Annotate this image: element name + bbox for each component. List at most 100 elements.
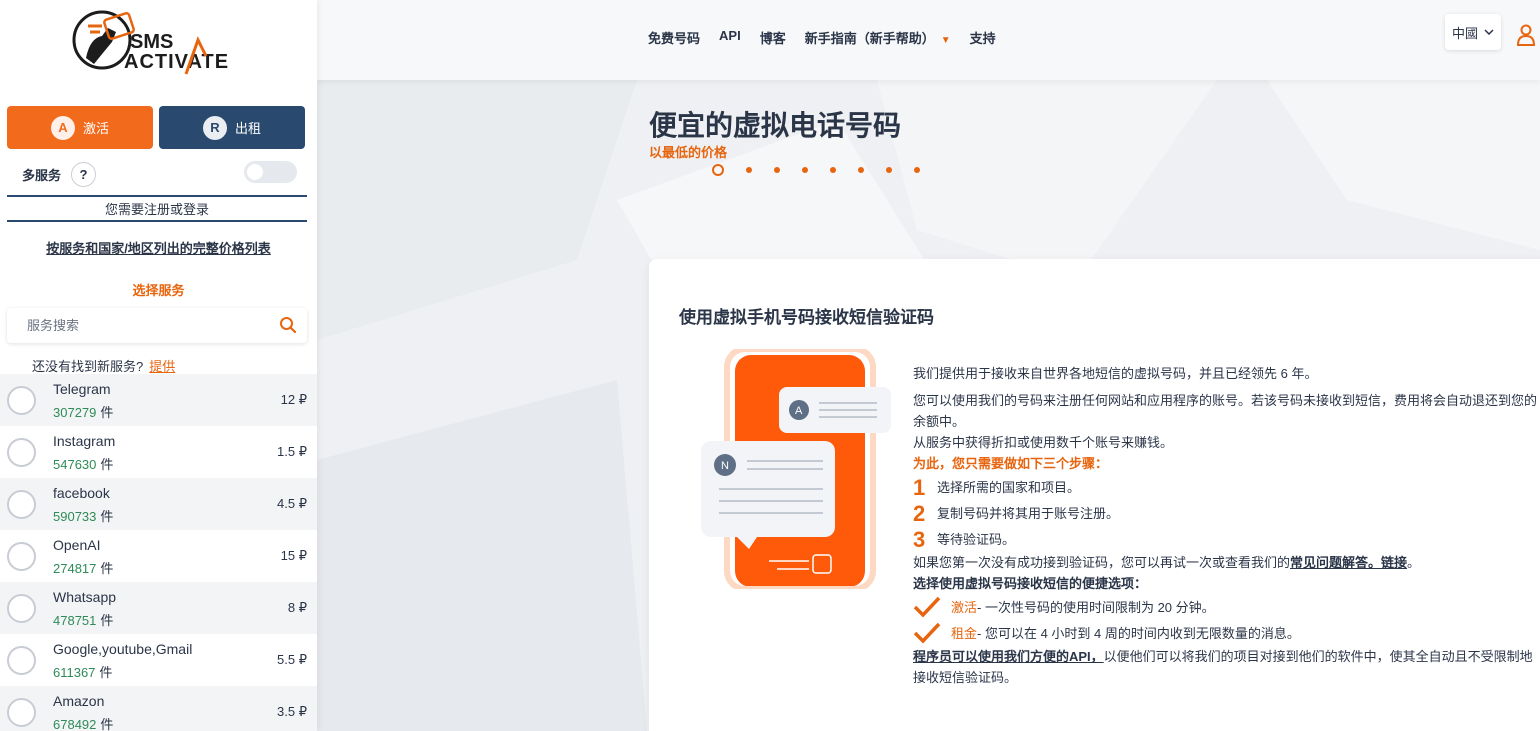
service-price: 3.5 ₽ <box>277 704 307 719</box>
multi-service-label: 多服务 <box>22 168 62 183</box>
svg-text:SMS: SMS <box>130 31 173 53</box>
service-price: 5.5 ₽ <box>277 652 307 667</box>
slider-dot[interactable] <box>802 167 808 173</box>
search-icon[interactable] <box>279 316 297 334</box>
service-count: 478751 件 <box>53 613 114 628</box>
slider-dot[interactable] <box>914 167 920 173</box>
service-count: 590733 件 <box>53 509 114 524</box>
top-header: 免费号码 API 博客 新手指南（新手帮助） ▼ 支持 中國 <box>317 0 1540 80</box>
select-service-title: 选择服务 <box>132 283 185 298</box>
checkmark-icon <box>913 596 941 618</box>
service-price: 12 ₽ <box>280 392 307 407</box>
not-found-row: 还没有找到新服务? 提供 <box>32 356 175 375</box>
steps-title: 为此，您只需要做如下三个步骤： <box>913 456 1109 471</box>
not-found-text: 还没有找到新服务? <box>32 359 144 374</box>
step-number: 3 <box>913 526 926 552</box>
service-count: 678492 件 <box>53 717 114 731</box>
service-radio[interactable] <box>7 437 36 467</box>
svg-text:A: A <box>795 405 803 417</box>
main-nav: 免费号码 API 博客 新手指南（新手帮助） ▼ 支持 <box>648 28 996 47</box>
service-item-whatsapp[interactable]: Whatsapp 478751 件 8 ₽ <box>0 582 317 634</box>
service-radio[interactable] <box>7 697 36 727</box>
nav-support[interactable]: 支持 <box>970 28 996 47</box>
provide-link[interactable]: 提供 <box>149 359 175 374</box>
service-radio[interactable] <box>7 385 36 415</box>
card-title: 使用虚拟手机号码接收短信验证码 <box>679 308 934 327</box>
step-number: 1 <box>913 474 926 500</box>
faq-link[interactable]: 常见问题解答。链接 <box>1290 555 1407 570</box>
option-activation-link[interactable]: 激活 <box>951 597 977 618</box>
help-icon[interactable]: ? <box>71 162 97 187</box>
slider-dot[interactable] <box>858 167 864 173</box>
usage-paragraph: 您可以使用我们的号码来注册任何网站和应用程序的账号。若该号码未接收到短信，费用将… <box>913 393 1538 429</box>
service-name: Whatsapp <box>53 589 117 605</box>
user-icon[interactable] <box>1517 24 1535 46</box>
chevron-down-icon: ▼ <box>940 35 951 46</box>
service-item-amazon[interactable]: Amazon 678492 件 3.5 ₽ <box>0 686 317 731</box>
step-item: 1 选择所需的国家和项目。 <box>913 474 1540 500</box>
service-count: 274817 件 <box>53 561 114 576</box>
nav-free-numbers[interactable]: 免费号码 <box>648 28 700 47</box>
option-rent: 租金 - 您可以在 4 小时到 4 周的时间内收到无限数量的消息。 <box>913 620 1540 646</box>
intro-paragraph: 我们提供用于接收来自世界各地短信的虚拟号码，并且已经领先 6 年。 <box>913 366 1318 381</box>
service-count: 547630 件 <box>53 457 114 472</box>
option-activation: 激活 - 一次性号码的使用时间限制为 20 分钟。 <box>913 594 1540 620</box>
service-item-instagram[interactable]: Instagram 547630 件 1.5 ₽ <box>0 426 317 478</box>
activate-label: 激活 <box>82 121 109 136</box>
rent-button[interactable]: R 出租 <box>159 106 305 149</box>
slider-dot[interactable] <box>830 167 836 173</box>
service-price: 15 ₽ <box>280 548 307 563</box>
rent-label: 出租 <box>234 121 261 136</box>
service-count: 307279 件 <box>53 405 114 420</box>
service-radio[interactable] <box>7 489 36 519</box>
service-item-telegram[interactable]: Telegram 307279 件 12 ₽ <box>0 374 317 426</box>
service-name: Instagram <box>53 433 116 449</box>
info-card: 使用虚拟手机号码接收短信验证码 A N 我们提供用于接收来自世界各地短信的虚拟号… <box>649 259 1540 731</box>
slider-dot-active[interactable] <box>712 164 724 176</box>
login-prompt[interactable]: 您需要注册或登录 <box>7 195 307 222</box>
language-value: 中國 <box>1451 25 1478 41</box>
earn-paragraph: 从服务中获得折扣或使用数千个账号来赚钱。 <box>913 435 1174 450</box>
service-item-facebook[interactable]: facebook 590733 件 4.5 ₽ <box>0 478 317 530</box>
phone-sms-illustration: A N <box>701 349 891 589</box>
service-radio[interactable] <box>7 541 36 571</box>
card-content: 我们提供用于接收来自世界各地短信的虚拟号码，并且已经领先 6 年。 您可以使用我… <box>913 363 1540 688</box>
service-search <box>7 308 307 343</box>
option-rent-link[interactable]: 租金 <box>951 623 977 644</box>
service-item-google[interactable]: Google,youtube,Gmail 611367 件 5.5 ₽ <box>0 634 317 686</box>
service-radio[interactable] <box>7 645 36 675</box>
service-list: Telegram 307279 件 12 ₽ Instagram 547630 件 … <box>0 374 317 731</box>
language-select[interactable]: 中國 <box>1445 14 1501 50</box>
service-name: Telegram <box>53 381 111 397</box>
nav-blog[interactable]: 博客 <box>760 28 786 47</box>
step-item: 3 等待验证码。 <box>913 526 1540 552</box>
service-price: 1.5 ₽ <box>277 444 307 459</box>
multi-service-toggle[interactable] <box>244 161 297 183</box>
activate-button[interactable]: A 激活 <box>7 106 153 149</box>
rent-icon: R <box>202 115 227 140</box>
service-search-input[interactable] <box>27 318 257 333</box>
nav-api[interactable]: API <box>719 28 741 47</box>
step-text: 复制号码并将其用于账号注册。 <box>937 505 1120 521</box>
hero-title: 便宜的虚拟电话号码 <box>649 110 902 141</box>
api-link[interactable]: 程序员可以使用我们方便的API， <box>913 649 1104 664</box>
retry-paragraph: 如果您第一次没有成功接到验证码，您可以再试一次或查看我们的常见问题解答。链接。 <box>913 555 1421 570</box>
service-radio[interactable] <box>7 593 36 623</box>
step-number: 2 <box>913 500 926 526</box>
service-item-openai[interactable]: OpenAI 274817 件 15 ₽ <box>0 530 317 582</box>
slider-dots <box>712 164 920 176</box>
slider-dot[interactable] <box>774 167 780 173</box>
service-name: OpenAI <box>53 537 101 553</box>
login-text: 您需要注册或登录 <box>104 202 209 217</box>
sms-activate-logo[interactable]: SMS ACTIVATE <box>68 8 248 80</box>
chevron-down-icon <box>1484 29 1494 35</box>
full-price-list-link[interactable]: 按服务和国家/地区列出的完整价格列表 <box>0 238 317 257</box>
nav-guide[interactable]: 新手指南（新手帮助） ▼ <box>805 28 951 47</box>
service-count: 611367 件 <box>53 665 113 680</box>
service-price: 4.5 ₽ <box>277 496 307 511</box>
slider-dot[interactable] <box>886 167 892 173</box>
multi-service-row: 多服务 ? <box>22 162 97 187</box>
step-text: 选择所需的国家和项目。 <box>937 479 1081 495</box>
slider-dot[interactable] <box>746 167 752 173</box>
service-name: Amazon <box>53 693 105 709</box>
